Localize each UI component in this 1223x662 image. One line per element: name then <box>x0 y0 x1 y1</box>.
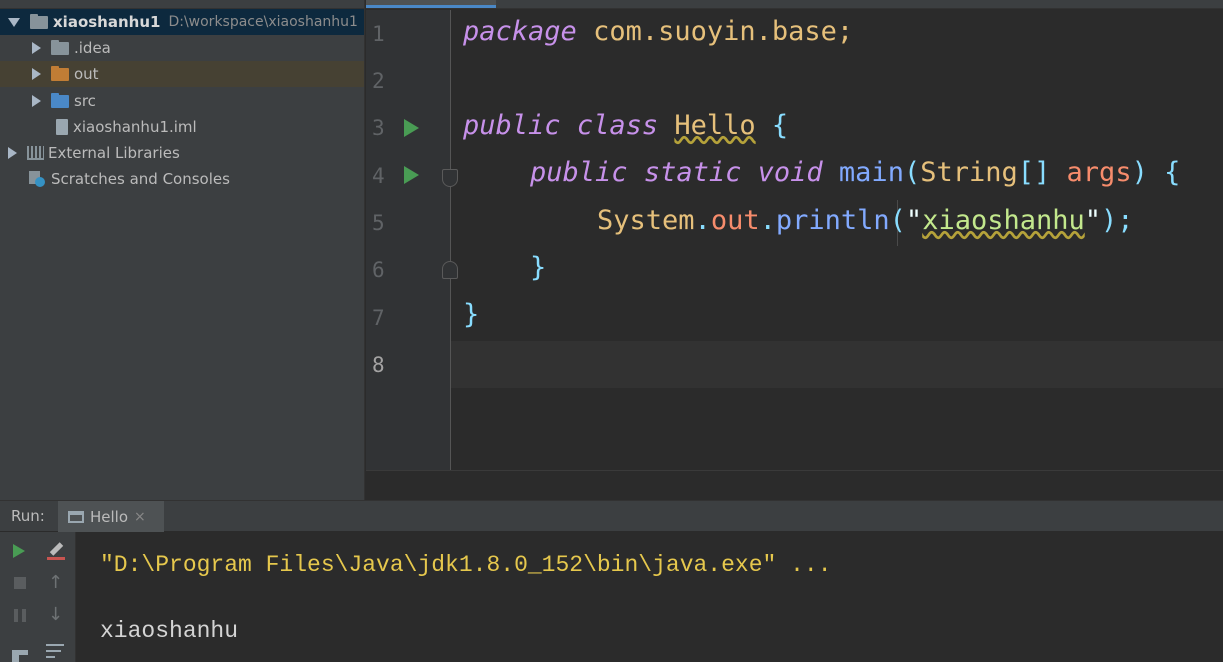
tree-item-external-libraries[interactable]: External Libraries <box>0 140 364 166</box>
arrow-down-icon[interactable]: ↓ <box>48 606 63 624</box>
close-icon[interactable]: × <box>134 509 146 525</box>
tree-root-label: xiaoshanhu1 <box>53 13 161 31</box>
tree-item-label: out <box>74 65 99 83</box>
chevron-right-icon[interactable] <box>32 68 41 80</box>
line-number: 6 <box>372 258 385 282</box>
code-line-5: System.out.println("xiaoshanhu"); <box>597 205 1134 236</box>
line-number: 2 <box>372 69 385 93</box>
chevron-right-icon[interactable] <box>8 147 17 159</box>
tree-item-src[interactable]: src <box>0 88 364 114</box>
source-folder-icon <box>51 92 69 108</box>
run-class-icon[interactable] <box>404 119 419 137</box>
code-line-1: package com.suoyin.base; <box>463 16 854 47</box>
line-number: 5 <box>372 211 385 235</box>
console-icon <box>68 510 84 523</box>
chevron-right-icon[interactable] <box>32 42 41 54</box>
excluded-folder-icon <box>51 65 69 81</box>
tree-root-path: D:\workspace\xiaoshanhu1 <box>168 14 358 30</box>
tree-item-label: Scratches and Consoles <box>51 170 230 188</box>
line-number: 1 <box>372 22 385 46</box>
run-toolbar: ↑ ↓ <box>0 532 76 662</box>
line-number: 7 <box>372 306 385 330</box>
project-panel: xiaoshanhu1 D:\workspace\xiaoshanhu1 .id… <box>0 0 365 500</box>
editor-tab-active[interactable] <box>366 0 496 8</box>
tree-root-xiaoshanhu1[interactable]: xiaoshanhu1 D:\workspace\xiaoshanhu1 <box>0 9 364 35</box>
line-number: 8 <box>372 353 385 377</box>
run-main-icon[interactable] <box>404 166 419 184</box>
code-line-3: public class Hello { <box>463 110 789 141</box>
project-toolbar-strip <box>0 0 364 9</box>
line-number: 3 <box>372 116 385 140</box>
run-label: Run: <box>11 507 45 525</box>
libraries-icon <box>27 146 44 160</box>
editor-gutter: 1 2 3 4 5 6 7 8 <box>366 10 458 470</box>
tree-item-label: xiaoshanhu1.iml <box>73 118 197 136</box>
arrow-up-icon[interactable]: ↑ <box>48 574 63 592</box>
stop-icon[interactable] <box>14 577 26 589</box>
tree-item-iml[interactable]: xiaoshanhu1.iml <box>0 114 364 140</box>
module-folder-icon <box>30 13 48 29</box>
tree-item-label: External Libraries <box>48 144 180 162</box>
editor-bottom-divider <box>366 470 1223 471</box>
code-line-4: public static void main(String[] args) { <box>530 157 1181 188</box>
pause-icon[interactable] <box>14 609 26 622</box>
run-tab-hello[interactable]: Hello × <box>58 501 164 532</box>
tree-item-scratches[interactable]: Scratches and Consoles <box>0 166 364 192</box>
code-line-6: } <box>530 252 547 283</box>
edit-configuration-icon[interactable] <box>47 542 65 560</box>
soft-wrap-icon[interactable] <box>46 642 64 658</box>
console-command-line: "D:\Program Files\Java\jdk1.8.0_152\bin\… <box>100 552 832 578</box>
chevron-down-icon[interactable] <box>8 17 20 27</box>
run-header: Run: <box>0 501 1223 532</box>
run-tab-label: Hello <box>90 507 129 526</box>
console-output-line: xiaoshanhu <box>100 618 239 644</box>
run-tool-window: Run: Hello × ↑ ↓ "D:\Program Files\Java\ <box>0 500 1223 662</box>
tree-item-out[interactable]: out <box>0 61 364 87</box>
code-line-7: } <box>463 299 480 330</box>
fold-marker-icon[interactable] <box>442 261 458 279</box>
console-output[interactable]: "D:\Program Files\Java\jdk1.8.0_152\bin\… <box>76 532 1223 662</box>
editor-tab-strip <box>366 0 1223 9</box>
line-number: 4 <box>372 164 385 188</box>
current-line-highlight <box>366 341 1223 388</box>
rerun-icon[interactable] <box>13 544 25 558</box>
chevron-right-icon[interactable] <box>32 95 41 107</box>
code-editor[interactable]: 1 2 3 4 5 6 7 8 package com.suoyin.base;… <box>366 0 1223 500</box>
tree-item-idea[interactable]: .idea <box>0 35 364 61</box>
fold-marker-icon[interactable] <box>442 169 458 187</box>
tree-item-label: .idea <box>74 39 111 57</box>
tree-item-label: src <box>74 92 96 110</box>
folder-icon <box>51 39 69 55</box>
layout-icon[interactable] <box>12 650 28 662</box>
scratches-icon <box>29 171 45 187</box>
file-icon <box>56 119 68 135</box>
